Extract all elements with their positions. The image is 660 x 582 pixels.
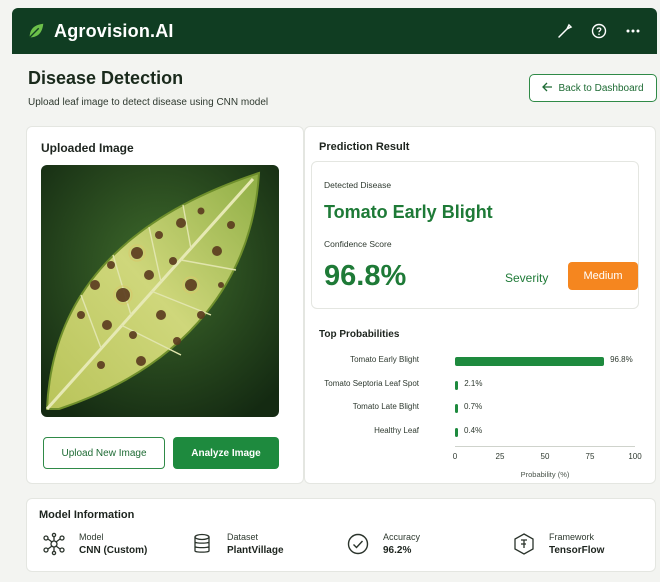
probability-bar	[455, 404, 458, 413]
accuracy-value: 96.2%	[383, 545, 412, 556]
model-info-accuracy: Accuracy 96.2%	[345, 531, 420, 557]
help-circle-icon[interactable]	[589, 21, 609, 41]
severity-label: Severity	[505, 271, 549, 285]
axis-tick-label: 50	[540, 452, 550, 461]
main-content: Disease Detection Upload leaf image to d…	[12, 54, 657, 578]
top-navbar: Agrovision.AI	[12, 8, 657, 54]
top-probabilities-title: Top Probabilities	[319, 329, 400, 340]
model-information-title: Model Information	[39, 509, 135, 521]
prediction-result-card: Prediction Result Detected Disease Tomat…	[304, 126, 656, 484]
severity-badge: Medium	[568, 262, 638, 290]
probability-track	[455, 357, 609, 366]
database-icon	[189, 531, 215, 557]
more-icon[interactable]	[623, 21, 643, 41]
model-info-model: Model CNN (Custom)	[41, 531, 147, 557]
axis-tick-label: 25	[495, 452, 505, 461]
prediction-result-title: Prediction Result	[319, 141, 410, 153]
probability-label: Tomato Early Blight	[350, 355, 419, 364]
detected-disease-label: Detected Disease	[324, 180, 392, 190]
dataset-label: Dataset	[227, 532, 259, 542]
leaf-image	[41, 165, 279, 417]
probability-value: 96.8%	[610, 355, 633, 364]
probability-label: Tomato Late Blight	[352, 402, 419, 411]
axis-tick-label: 75	[585, 452, 595, 461]
app-title: Agrovision.AI	[54, 20, 174, 41]
framework-value: TensorFlow	[549, 545, 605, 556]
model-label: Model	[79, 532, 104, 542]
brand[interactable]: Agrovision.AI	[26, 21, 174, 42]
page-title: Disease Detection	[28, 68, 184, 88]
check-circle-icon	[345, 531, 371, 557]
probability-value: 0.7%	[464, 402, 483, 411]
chart-axis-line	[455, 446, 635, 447]
probability-bar	[455, 380, 459, 390]
arrow-left-icon	[542, 82, 553, 95]
uploaded-image-card: Uploaded Image Upload New Image Analyze …	[26, 126, 304, 484]
confidence-score-label: Confidence Score	[324, 239, 392, 249]
disease-name: Tomato Early Blight	[324, 202, 493, 222]
dataset-value: PlantVillage	[227, 545, 284, 556]
model-information-card: Model Information Model CNN (Custom) Dat…	[26, 498, 656, 572]
axis-tick-label: 0	[452, 452, 458, 461]
network-icon	[41, 531, 67, 557]
model-info-dataset: Dataset PlantVillage	[189, 531, 284, 557]
detected-disease-panel: Detected Disease Tomato Early Blight Con…	[311, 161, 639, 309]
confidence-value: 96.8%	[324, 260, 407, 292]
probability-row: Tomato Septoria Leaf Spot 2.1%	[305, 379, 657, 393]
probability-value: 0.4%	[464, 425, 483, 435]
uploaded-image-title: Uploaded Image	[41, 141, 134, 155]
accuracy-label: Accuracy	[383, 532, 421, 542]
framework-label: Framework	[549, 532, 595, 542]
analyze-image-button[interactable]: Analyze Image	[173, 437, 279, 469]
probability-value: 2.1%	[464, 378, 483, 388]
chart-x-axis-label: Probability (%)	[520, 470, 570, 479]
pen-icon[interactable]	[555, 21, 575, 41]
probability-row: Tomato Late Blight 0.7%	[305, 402, 657, 416]
probability-row: Healthy Leaf 0.4%	[305, 426, 657, 440]
axis-tick-label: 100	[628, 452, 642, 461]
model-info-framework: Framework TensorFlow	[511, 531, 604, 557]
leaf-icon	[26, 21, 46, 41]
back-to-dashboard-button[interactable]: Back to Dashboard	[529, 74, 657, 102]
probability-bar	[455, 357, 605, 366]
probability-label: Healthy Leaf	[374, 425, 419, 435]
framework-icon	[511, 531, 537, 557]
page-subtitle: Upload leaf image to detect disease usin…	[28, 97, 269, 108]
model-value: CNN (Custom)	[79, 545, 148, 556]
probability-bar	[455, 427, 458, 437]
probability-label: Tomato Septoria Leaf Spot	[324, 378, 419, 388]
upload-new-image-button[interactable]: Upload New Image	[43, 437, 165, 469]
back-button-label: Back to Dashboard	[558, 82, 644, 94]
probability-row: Tomato Early Blight 96.8%	[305, 355, 657, 369]
